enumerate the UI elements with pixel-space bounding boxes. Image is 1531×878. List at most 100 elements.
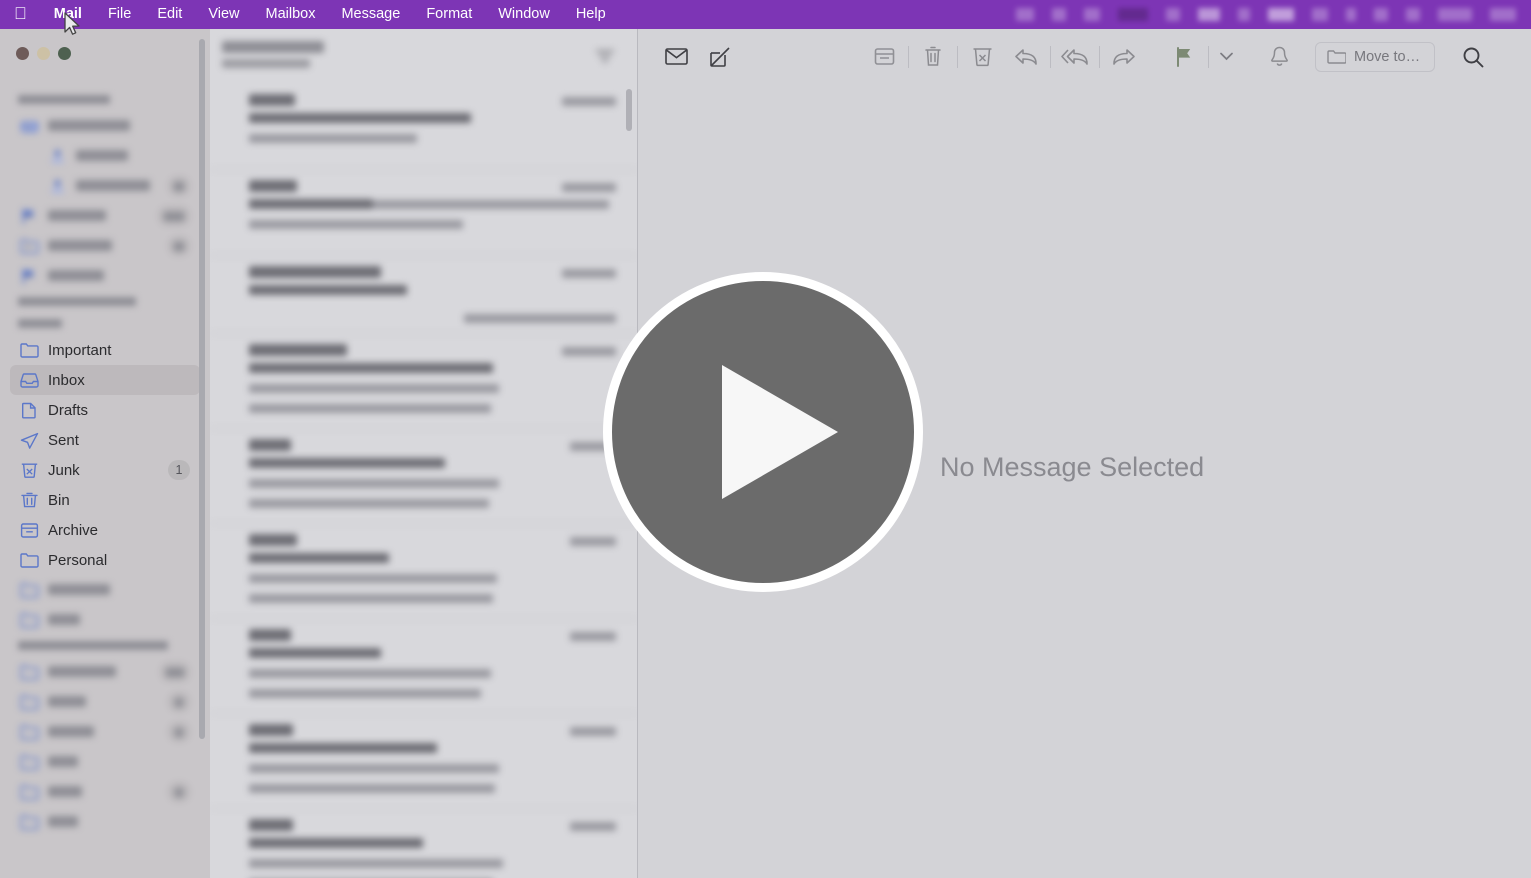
archive-button[interactable]: [862, 42, 906, 72]
sidebar-item-badge: [158, 206, 190, 226]
sidebar-item-obscured[interactable]: [10, 657, 200, 687]
sidebar-scroll-area[interactable]: ▸ ▸ ▸ ▸ Important Inbox Drafts Sent Junk 1 Bin Arch…: [0, 89, 210, 878]
sidebar-item-obscured[interactable]: [10, 717, 200, 747]
flag-button[interactable]: [1162, 42, 1206, 72]
message-list-item[interactable]: [210, 429, 637, 524]
message-subject-obscured: [249, 199, 373, 209]
message-snippet-obscured: [249, 764, 499, 773]
message-list-header: [210, 29, 637, 84]
sidebar-item-obscured[interactable]: [10, 605, 200, 635]
forward-button[interactable]: [1102, 42, 1146, 72]
menu-item-format[interactable]: Format: [413, 0, 485, 29]
message-sender-obscured: [249, 266, 381, 278]
delete-button[interactable]: [911, 42, 955, 72]
compose-button[interactable]: [698, 42, 742, 72]
menu-item-message[interactable]: Message: [328, 0, 413, 29]
sidebar-item-junk[interactable]: Junk 1: [10, 455, 200, 485]
trash-icon: [20, 492, 42, 509]
sidebar-item-obscured[interactable]: [10, 777, 200, 807]
message-sender-obscured: [249, 94, 295, 106]
sidebar-item-obscured[interactable]: [10, 747, 200, 777]
message-snippet-obscured: [249, 404, 491, 413]
minimize-button[interactable]: [37, 47, 50, 60]
message-sender-obscured: [249, 439, 291, 451]
disclosure-triangle-icon[interactable]: ▸: [24, 121, 34, 132]
message-list-item[interactable]: [210, 524, 637, 619]
reply-all-button[interactable]: [1053, 42, 1097, 72]
disclosure-triangle-icon[interactable]: ▸: [24, 211, 34, 222]
document-icon: [20, 402, 42, 419]
sidebar-item-important[interactable]: Important: [10, 335, 200, 365]
sidebar-item-label: [48, 664, 116, 681]
flag-dropdown-button[interactable]: [1211, 42, 1241, 72]
message-list-item[interactable]: [210, 84, 637, 170]
reply-button[interactable]: [1004, 42, 1048, 72]
disclosure-triangle-icon[interactable]: ▸: [24, 241, 34, 252]
mute-button[interactable]: [1257, 42, 1301, 72]
menu-item-help[interactable]: Help: [563, 0, 619, 29]
message-list-item[interactable]: [210, 809, 637, 878]
message-subject-obscured: [249, 648, 381, 658]
message-list-item[interactable]: [210, 170, 637, 256]
play-button-icon[interactable]: [603, 272, 923, 592]
sidebar-item-sent[interactable]: Sent: [10, 425, 200, 455]
message-subject-obscured: [249, 363, 493, 373]
menu-item-edit[interactable]: Edit: [144, 0, 195, 29]
apple-logo-icon[interactable]: : [0, 5, 41, 22]
message-subject-obscured: [249, 743, 437, 753]
sidebar-item-obscured[interactable]: ▸: [10, 231, 200, 261]
message-snippet-obscured: [249, 784, 495, 793]
zoom-button[interactable]: [58, 47, 71, 60]
sidebar-item-label: [48, 582, 110, 599]
sidebar-item-label: [76, 178, 150, 195]
message-list-item[interactable]: [210, 334, 637, 429]
message-list-item[interactable]: [210, 619, 637, 714]
sidebar-item-label: [48, 268, 104, 285]
folder-icon: [20, 784, 42, 801]
sidebar-item-obscured[interactable]: [10, 807, 200, 837]
message-sender-obscured: [249, 180, 297, 192]
folder-icon: [20, 664, 42, 681]
sidebar-item-obscured[interactable]: ▸: [10, 261, 200, 291]
sidebar-item-badge: [160, 662, 190, 682]
message-sender-obscured: [249, 819, 293, 831]
sidebar-item-obscured[interactable]: [10, 171, 200, 201]
message-date-obscured: [570, 727, 616, 736]
message-list[interactable]: [210, 84, 637, 878]
play-triangle: [722, 365, 838, 499]
sidebar-item-obscured[interactable]: ▸: [10, 111, 200, 141]
menu-item-window[interactable]: Window: [485, 0, 563, 29]
message-list-pane: [210, 29, 638, 878]
menu-item-view[interactable]: View: [195, 0, 252, 29]
close-button[interactable]: [16, 47, 29, 60]
video-play-overlay[interactable]: [603, 272, 923, 592]
sidebar-item-obscured[interactable]: [10, 687, 200, 717]
sidebar-item-personal[interactable]: Personal: [10, 545, 200, 575]
mark-as-read-button[interactable]: [654, 42, 698, 72]
sidebar-item-archive[interactable]: Archive: [10, 515, 200, 545]
disclosure-triangle-icon[interactable]: ▸: [24, 271, 34, 282]
sidebar-item-obscured[interactable]: [10, 575, 200, 605]
message-snippet-obscured: [249, 594, 493, 603]
sidebar-item-obscured[interactable]: ▸: [10, 201, 200, 231]
message-list-item[interactable]: [210, 256, 637, 334]
message-subject-obscured: [249, 113, 471, 123]
sidebar-item-inbox[interactable]: Inbox: [10, 365, 200, 395]
move-to-button[interactable]: Move to…: [1315, 41, 1436, 72]
message-thread-count-obscured: [464, 314, 616, 323]
search-button[interactable]: [1451, 42, 1495, 72]
sort-icon[interactable]: [595, 49, 615, 68]
message-list-scrollbar[interactable]: [626, 89, 632, 131]
screen:  Mail File Edit View Mailbox Message Fo…: [0, 0, 1531, 878]
message-list-item[interactable]: [210, 714, 637, 809]
sidebar-item-bin[interactable]: Bin: [10, 485, 200, 515]
sidebar-scrollbar[interactable]: [199, 39, 205, 739]
sidebar-section-header: [0, 89, 210, 111]
menu-item-file[interactable]: File: [95, 0, 144, 29]
sidebar-item-drafts[interactable]: Drafts: [10, 395, 200, 425]
menu-item-mailbox[interactable]: Mailbox: [253, 0, 329, 29]
sidebar-item-obscured[interactable]: [10, 141, 200, 171]
sidebar-item-label: [48, 238, 112, 255]
junk-button[interactable]: [960, 42, 1004, 72]
folder-icon: [20, 694, 42, 711]
